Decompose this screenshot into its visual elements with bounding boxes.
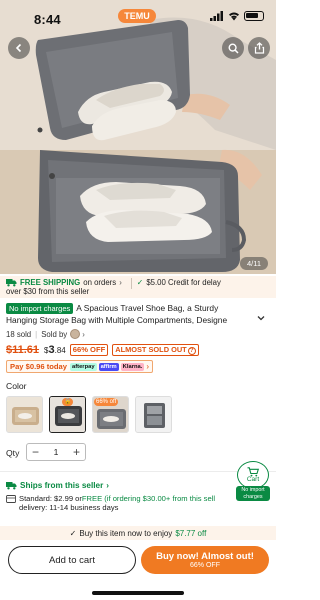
buy-now-discount: 66% OFF	[190, 561, 220, 569]
free-shipping-line2: over $30 from this seller	[6, 287, 90, 296]
affirm-logo: affirm	[98, 362, 119, 371]
check-icon: ✓	[69, 528, 77, 538]
color-swatches: 🔒 66% off	[6, 396, 172, 433]
promo-amount: $7.77 off	[175, 528, 207, 538]
discount-badge: 66% OFF	[69, 344, 109, 356]
delay-credit-text: $5.00 Credit for delay	[146, 278, 221, 287]
product-title-line2: Hanging Storage Bag with Multiple Compar…	[6, 315, 228, 325]
free-shipping-condition: on orders	[83, 278, 117, 287]
original-price: $11.61	[6, 344, 40, 356]
home-indicator	[92, 591, 184, 595]
sold-row: 18 sold | Sold by ›	[6, 329, 85, 339]
seller-avatar[interactable]	[70, 329, 81, 339]
status-bar: 8:44 TEMU	[0, 0, 276, 36]
price-row: $11.61 $3.84 66% OFF ALMOST SOLD OUT?	[6, 344, 199, 356]
product-image-gallery[interactable]: 8:44 TEMU 4/11	[0, 0, 276, 274]
buy-now-promo-strip: ✓ Buy this item now to enjoy $7.77 off	[0, 526, 276, 540]
share-button[interactable]	[248, 37, 270, 59]
buy-now-label: Buy now! Almost out!	[156, 550, 254, 562]
system-icons	[210, 11, 264, 21]
free-shipping-label: FREE SHIPPING	[20, 278, 81, 287]
hot-tag-icon: 🔒	[62, 398, 74, 406]
swatch-image	[136, 397, 171, 432]
chevron-right-icon: ›	[119, 278, 122, 287]
cart-no-import-tag: No import charges	[236, 486, 270, 501]
chevron-right-icon: ›	[106, 481, 109, 490]
afterpay-logo: afterpay	[70, 362, 97, 371]
free-shipping-condition: FREE (if ordering $30.00+ from this sell	[81, 494, 216, 503]
swatch-beige[interactable]	[6, 396, 43, 433]
color-label: Color	[6, 381, 27, 391]
floating-cart-button[interactable]: Cart No import charges	[236, 461, 270, 501]
no-import-badge: No import charges	[6, 303, 74, 314]
qty-minus-button[interactable]: −	[32, 446, 39, 458]
swatch-grey[interactable]: 66% off	[92, 396, 129, 433]
chevron-right-icon: ›	[146, 362, 149, 371]
search-button[interactable]	[222, 37, 244, 59]
sale-price: $3.84	[44, 344, 66, 356]
ships-from-label: Ships from this seller	[20, 481, 104, 490]
ships-from-heading[interactable]: Ships from this seller ›	[6, 481, 109, 490]
buy-now-button[interactable]: Buy now! Almost out! 66% OFF	[141, 546, 269, 574]
divider: |	[35, 329, 38, 339]
divider	[0, 471, 276, 472]
promo-text: Buy this item now to enjoy	[79, 528, 173, 538]
almost-sold-out-badge[interactable]: ALMOST SOLD OUT?	[112, 344, 199, 356]
pay-later-row[interactable]: Pay $0.96 today afterpay affirm Klarna. …	[6, 360, 153, 373]
standard-shipping-row: Standard: $2.99 or FREE (if ordering $30…	[6, 494, 215, 503]
search-icon	[227, 42, 239, 54]
back-button[interactable]	[8, 37, 30, 59]
sold-by-label: Sold by	[41, 329, 68, 339]
truck-icon	[6, 279, 17, 287]
swatch-grey-dark[interactable]	[135, 396, 172, 433]
share-icon	[254, 42, 264, 54]
battery-icon	[244, 11, 264, 21]
temu-pill: TEMU	[118, 9, 156, 23]
qty-plus-button[interactable]: +	[73, 446, 80, 458]
swatch-black[interactable]: 🔒	[49, 396, 86, 433]
pay-today-text: Pay $0.96 today	[10, 362, 67, 371]
cart-label: Cart	[246, 476, 260, 483]
swatch-image	[7, 397, 42, 432]
check-icon: ✓	[136, 278, 144, 287]
delivery-estimate: delivery: 11-14 business days	[19, 503, 119, 512]
divider	[130, 278, 132, 289]
sold-count: 18 sold	[6, 329, 32, 339]
product-title-row[interactable]: No import charges A Spacious Travel Shoe …	[6, 302, 268, 314]
shipping-box-icon	[6, 495, 16, 503]
product-title-line1: A Spacious Travel Shoe Bag, a Sturdy	[76, 303, 219, 313]
qty-value[interactable]: 1	[54, 447, 59, 457]
swatch-discount-tag: 66% off	[94, 398, 119, 406]
cart-circle: Cart	[237, 461, 269, 489]
chevron-down-icon[interactable]	[256, 313, 266, 323]
klarna-logo: Klarna.	[120, 362, 145, 371]
status-time: 8:44	[34, 12, 61, 27]
image-counter: 4/11	[240, 257, 268, 270]
wifi-icon	[228, 11, 240, 21]
chevron-right-icon[interactable]: ›	[82, 330, 85, 339]
chevron-left-icon	[15, 43, 22, 53]
signal-icon	[210, 11, 224, 21]
qty-label: Qty	[6, 448, 20, 458]
standard-shipping-price: Standard: $2.99 or	[19, 494, 82, 503]
quantity-stepper: − 1 +	[26, 443, 86, 461]
add-to-cart-button[interactable]: Add to cart	[8, 546, 136, 574]
truck-icon	[6, 482, 17, 490]
info-icon: ?	[187, 347, 196, 355]
